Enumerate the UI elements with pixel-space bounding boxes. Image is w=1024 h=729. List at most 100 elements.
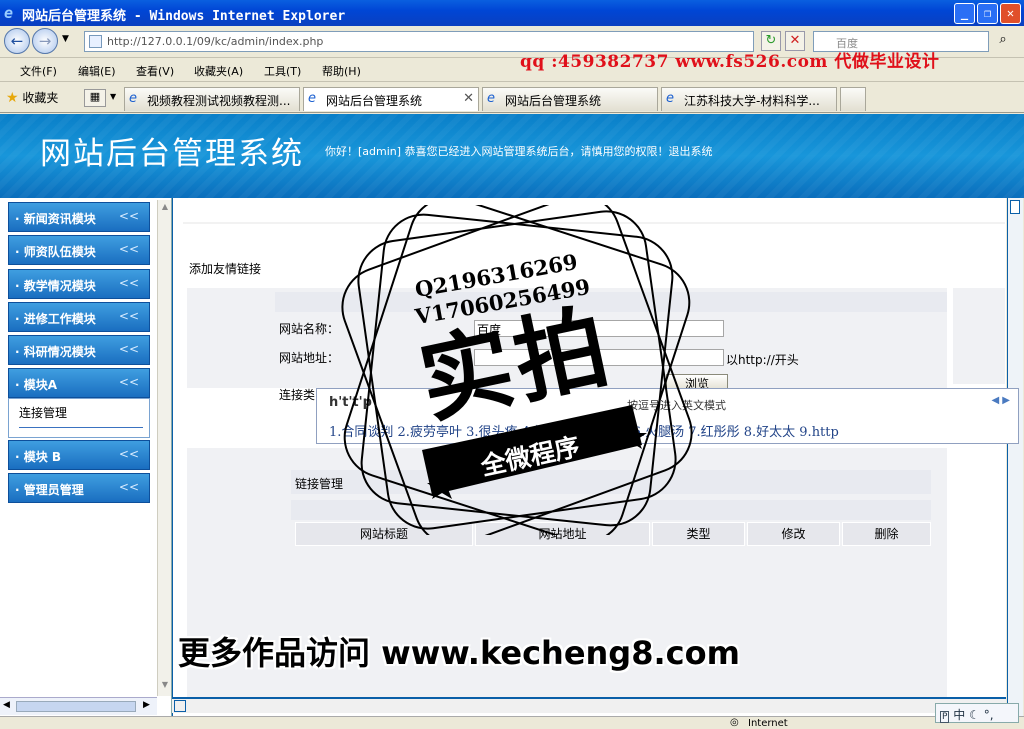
ime-hint: 按逗号进入英文模式 — [627, 399, 726, 412]
page-icon — [89, 35, 102, 48]
collapse-chevron-icon: << — [118, 242, 139, 256]
tab-label: 视频教程测试视频教程测... — [147, 94, 291, 108]
module-label: · 模块A — [15, 378, 58, 392]
col-header-url: 网站地址 — [475, 522, 650, 546]
url-label: 网站地址： — [279, 351, 340, 365]
menu-view[interactable]: 查看(V) — [136, 63, 174, 79]
tab-label: 网站后台管理系统 — [505, 94, 602, 108]
ime-mode[interactable]: 中 — [953, 708, 965, 722]
menu-edit[interactable]: 编辑(E) — [78, 63, 116, 79]
col-header-title: 网站标题 — [295, 522, 473, 546]
collapse-chevron-icon: << — [118, 309, 139, 323]
collapse-chevron-icon: << — [118, 209, 139, 223]
ime-logo-icon: P — [940, 711, 950, 723]
site-name-input[interactable]: 百度 — [474, 320, 724, 337]
ie-logo-icon: e — [4, 4, 14, 22]
tab-ie-icon: e — [487, 91, 495, 106]
minimize-button[interactable]: _ — [954, 3, 975, 24]
globe-icon: ◎ — [730, 717, 739, 728]
sidebar-module-a[interactable]: · 模块A << — [8, 368, 150, 398]
menu-tools[interactable]: 工具(T) — [264, 63, 301, 79]
hscroll-box — [174, 700, 186, 712]
menu-file[interactable]: 文件(F) — [20, 63, 57, 79]
menu-favorites[interactable]: 收藏夹(A) — [194, 63, 243, 79]
module-label: · 师资队伍模块 — [15, 245, 96, 259]
scroll-up-icon[interactable]: ▲ — [159, 202, 171, 216]
search-icon[interactable]: ⌕ — [993, 31, 1013, 51]
close-window-button[interactable]: ✕ — [1000, 3, 1021, 24]
punct-icon[interactable]: °, — [984, 708, 994, 722]
welcome-text[interactable]: 你好！[admin] 恭喜您已经进入网站管理系统后台，请慎用您的权限！退出系统 — [325, 143, 713, 159]
site-header: 网站后台管理系统 你好！[admin] 恭喜您已经进入网站管理系统后台，请慎用您… — [0, 114, 1024, 198]
quick-tabs-icon[interactable]: ▦ — [84, 89, 106, 107]
collapse-chevron-icon: << — [118, 276, 139, 290]
url-text: http://127.0.0.1/09/kc/admin/index.php — [107, 35, 324, 48]
ime-candidate-window[interactable]: h't't'p 按逗号进入英文模式 ◀ ▶ 1.合同谈判 2.疲劳亭叶 3.很头… — [316, 388, 1019, 444]
ime-pager-arrows-icon[interactable]: ◀ ▶ — [991, 395, 1010, 406]
tab-ie-icon: e — [308, 91, 316, 106]
tab-ie-icon: e — [129, 91, 137, 106]
type-label: 连接类 — [279, 388, 316, 402]
sidebar-module-admin[interactable]: · 管理员管理 << — [8, 473, 150, 503]
form-side-cell — [953, 288, 1005, 384]
section-title-add-link: 添加友情链接 — [189, 262, 262, 276]
window-title: 网站后台管理系统 - Windows Internet Explorer — [22, 9, 346, 24]
scroll-right-icon[interactable]: ▶ — [143, 700, 150, 710]
site-url-input[interactable] — [474, 349, 724, 366]
window-titlebar: e 网站后台管理系统 - Windows Internet Explorer _… — [0, 0, 1024, 26]
module-label: · 新闻资讯模块 — [15, 212, 96, 226]
tab-label: 江苏科技大学-材料科学... — [684, 94, 820, 108]
ime-status-strip[interactable]: P 中 ☾ °, — [935, 703, 1019, 723]
sidebar-module-training[interactable]: · 进修工作模块 << — [8, 302, 150, 332]
module-label: · 进修工作模块 — [15, 312, 96, 326]
favorites-button[interactable]: ★ 收藏夹 — [6, 89, 58, 106]
search-input[interactable]: 百度 — [813, 31, 989, 52]
tab-close-icon[interactable]: ✕ — [463, 91, 474, 106]
moon-icon[interactable]: ☾ — [969, 708, 980, 722]
back-arrow-icon[interactable]: ← — [4, 28, 30, 54]
subitem-underline — [19, 427, 143, 428]
sidebar-module-b[interactable]: · 模块 B << — [8, 440, 150, 470]
url-hint: 以http://开头 — [726, 353, 799, 367]
new-tab-button[interactable] — [840, 87, 866, 111]
sidebar-module-teaching[interactable]: · 教学情况模块 << — [8, 269, 150, 299]
sidebar-item-link-manage[interactable]: 连接管理 — [19, 406, 67, 420]
name-label: 网站名称： — [279, 322, 340, 336]
menu-help[interactable]: 帮助(H) — [322, 63, 361, 79]
collapse-chevron-icon: << — [118, 480, 139, 494]
scroll-left-icon[interactable]: ◀ — [3, 700, 10, 710]
module-label: · 教学情况模块 — [15, 279, 96, 293]
tab-admin-2[interactable]: e 网站后台管理系统 — [482, 87, 658, 111]
scroll-thumb[interactable] — [1010, 200, 1020, 214]
form-header-row — [275, 292, 947, 312]
module-label: · 管理员管理 — [15, 483, 84, 497]
col-header-delete: 删除 — [842, 522, 931, 546]
tab-jiangsu[interactable]: e 江苏科技大学-材料科学... — [661, 87, 837, 111]
maximize-button[interactable]: ❐ — [977, 3, 998, 24]
tab-admin-active[interactable]: e 网站后台管理系统 ✕ — [303, 87, 479, 111]
history-dropdown-icon[interactable]: ▼ — [62, 34, 69, 44]
tab-video[interactable]: e 视频教程测试视频教程测... — [124, 87, 300, 111]
sidebar: · 新闻资讯模块 << · 师资队伍模块 << · 教学情况模块 << · 进修工作模… — [0, 198, 172, 716]
star-icon: ★ — [6, 90, 19, 106]
sidebar-module-faculty[interactable]: · 师资队伍模块 << — [8, 235, 150, 265]
content-scrollbar[interactable] — [1007, 198, 1023, 716]
sidebar-module-news[interactable]: · 新闻资讯模块 << — [8, 202, 150, 232]
tab-list-dropdown-icon[interactable]: ▼ — [110, 92, 116, 101]
sidebar-module-research[interactable]: · 科研情况模块 << — [8, 335, 150, 365]
stop-icon[interactable]: ✕ — [785, 31, 805, 51]
menu-bar: 文件(F) 编辑(E) 查看(V) 收藏夹(A) 工具(T) 帮助(H) — [0, 58, 1024, 82]
sidebar-hscrollbar[interactable]: ◀ ▶ — [0, 697, 157, 715]
hscroll-thumb[interactable] — [16, 701, 136, 712]
bottom-watermark: 更多作品访问 www.kecheng8.com — [178, 634, 740, 672]
tab-bar: ★ 收藏夹 ▦ ▼ e 视频教程测试视频教程测... e 网站后台管理系统 ✕ … — [0, 83, 1024, 113]
scroll-down-icon[interactable]: ▼ — [159, 680, 171, 694]
site-title: 网站后台管理系统 — [40, 136, 304, 172]
sidebar-scrollbar[interactable]: ▲ ▼ — [157, 200, 171, 696]
content-hscrollbar[interactable] — [172, 697, 1006, 713]
divider — [183, 222, 1005, 224]
module-label: · 模块 B — [15, 450, 62, 464]
forward-arrow-icon[interactable]: → — [32, 28, 58, 54]
refresh-icon[interactable]: ↻ — [761, 31, 781, 51]
ime-candidates[interactable]: 1.合同谈判 2.疲劳亭叶 3.很头疼 4.好烦恼 5.和他谈 6.火腿汤 7.… — [329, 421, 839, 440]
